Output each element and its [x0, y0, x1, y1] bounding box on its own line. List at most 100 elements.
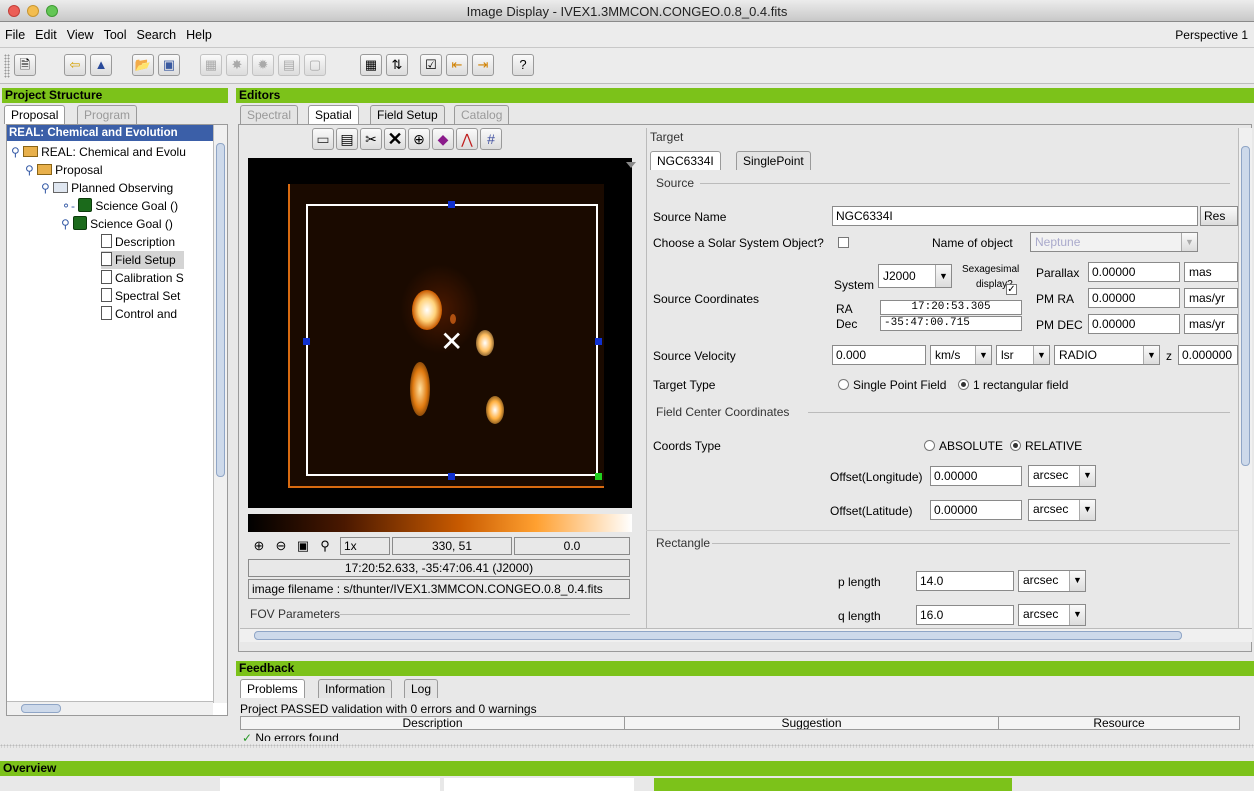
scroll-thumb[interactable]	[1241, 146, 1250, 466]
offset-longitude-input[interactable]: 0.00000	[930, 466, 1022, 486]
solar-system-checkbox[interactable]	[838, 237, 849, 248]
grid-icon[interactable]: #	[480, 128, 502, 150]
form-vscroll[interactable]	[1238, 128, 1252, 628]
problems-row[interactable]: ✓ No errors found	[242, 729, 622, 741]
tab-program[interactable]: Program	[77, 105, 138, 124]
parallax-input[interactable]: 0.00000	[1088, 262, 1180, 282]
sexagesimal-checkbox[interactable]: ✓	[1006, 284, 1017, 295]
tab-log[interactable]: Log	[404, 679, 439, 698]
project-tree-hscroll[interactable]	[7, 701, 213, 715]
rect-handle-corner[interactable]	[595, 473, 602, 480]
single-point-radio[interactable]: Single Point Field	[838, 378, 946, 392]
zoom-in-icon[interactable]: ⊕	[250, 537, 268, 555]
menu-view[interactable]: View	[67, 22, 94, 48]
delete-icon[interactable]: ✕	[384, 128, 406, 150]
rectangular-field-radio[interactable]: 1 rectangular field	[958, 378, 1068, 392]
project-tree-vscroll[interactable]	[213, 125, 227, 703]
rect-handle-top[interactable]	[448, 201, 455, 208]
split-divider[interactable]	[0, 744, 1254, 748]
tab-spatial[interactable]: Spatial	[308, 105, 359, 124]
scroll-thumb[interactable]	[21, 704, 61, 713]
canvas-menu-arrow-icon[interactable]	[626, 162, 636, 168]
velocity-frame-select[interactable]: lsr ▼	[996, 345, 1050, 365]
circle-plus-icon[interactable]: ⊕	[408, 128, 430, 150]
zoom-fit-icon[interactable]: ▣	[294, 537, 312, 555]
disabled5-icon[interactable]: ▢	[304, 54, 326, 76]
pm-ra-unit-select[interactable]: mas/yr	[1184, 288, 1238, 308]
tree-item-spectral-setup[interactable]: Spectral Set	[101, 287, 180, 305]
menu-search[interactable]: Search	[137, 22, 177, 48]
forward-icon[interactable]: ▲	[90, 54, 112, 76]
editor-hscroll[interactable]	[240, 628, 1252, 642]
tree-item-description[interactable]: Description	[101, 233, 175, 251]
source-name-input[interactable]: NGC6334I	[832, 206, 1198, 226]
menu-file[interactable]: File	[5, 22, 25, 48]
toolbar-grip[interactable]	[4, 54, 10, 78]
dec-input[interactable]: -35:47:00.715	[880, 316, 1022, 331]
menu-help[interactable]: Help	[186, 22, 212, 48]
p-length-unit-select[interactable]: arcsec ▼	[1018, 570, 1086, 592]
export-icon[interactable]: ⇥	[472, 54, 494, 76]
disabled4-icon[interactable]: ▤	[278, 54, 300, 76]
tab-problems[interactable]: Problems	[240, 679, 305, 698]
new-icon[interactable]: 🗎	[14, 54, 36, 76]
q-length-input[interactable]: 16.0	[916, 605, 1014, 625]
zoom-out-icon[interactable]: ⊖	[272, 537, 290, 555]
rect-handle-bottom[interactable]	[448, 473, 455, 480]
resolve-button[interactable]: Res	[1200, 206, 1238, 226]
offset-latitude-input[interactable]: 0.00000	[930, 500, 1022, 520]
import-icon[interactable]: ⇤	[446, 54, 468, 76]
p-length-input[interactable]: 14.0	[916, 571, 1014, 591]
perspective-label[interactable]: Perspective 1	[1175, 28, 1248, 42]
zoom-reset-icon[interactable]: ⚲	[316, 537, 334, 555]
offset-latitude-unit-select[interactable]: arcsec ▼	[1028, 499, 1096, 521]
disabled3-icon[interactable]: ✹	[252, 54, 274, 76]
pm-ra-input[interactable]: 0.00000	[1088, 288, 1180, 308]
tab-catalog[interactable]: Catalog	[454, 105, 510, 124]
disabled2-icon[interactable]: ✸	[226, 54, 248, 76]
scroll-thumb[interactable]	[216, 143, 225, 477]
velocity-input[interactable]: 0.000	[832, 345, 926, 365]
tab-information[interactable]: Information	[318, 679, 393, 698]
help-icon[interactable]: ?	[512, 54, 534, 76]
tree-item-proposal[interactable]: ⚲ Proposal	[25, 161, 103, 179]
q-length-unit-select[interactable]: arcsec ▼	[1018, 604, 1086, 626]
column-resource[interactable]: Resource	[999, 717, 1239, 729]
column-suggestion[interactable]: Suggestion	[625, 717, 999, 729]
absolute-radio[interactable]: ABSOLUTE	[924, 439, 1003, 453]
sort-icon[interactable]: ⇅	[386, 54, 408, 76]
image-canvas[interactable]: ✕	[248, 158, 636, 508]
parallax-unit-select[interactable]: mas	[1184, 262, 1238, 282]
save-icon[interactable]: ▤	[336, 128, 358, 150]
disabled1-icon[interactable]: ▦	[200, 54, 222, 76]
calculator-icon[interactable]: ▦	[360, 54, 382, 76]
tree-item-project[interactable]: ⚲ REAL: Chemical and Evolu	[11, 143, 186, 161]
diamond-icon[interactable]: ◆	[432, 128, 454, 150]
name-of-object-select[interactable]: Neptune ▼	[1030, 232, 1198, 252]
rect-handle-right[interactable]	[595, 338, 602, 345]
open-icon[interactable]: 📂	[132, 54, 154, 76]
tab-singlepoint[interactable]: SinglePoint	[736, 151, 811, 170]
velocity-definition-select[interactable]: RADIO ▼	[1054, 345, 1160, 365]
pm-dec-unit-select[interactable]: mas/yr	[1184, 314, 1238, 334]
open-icon[interactable]: ▭	[312, 128, 334, 150]
save-icon[interactable]: ▣	[158, 54, 180, 76]
plot-icon[interactable]: ⋀	[456, 128, 478, 150]
menu-tool[interactable]: Tool	[104, 22, 127, 48]
ra-input[interactable]: 17:20:53.305	[880, 300, 1022, 315]
tree-item-science-goal-2[interactable]: ⚲ Science Goal ()	[61, 215, 173, 233]
project-title-bar[interactable]: REAL: Chemical and Evolution	[7, 125, 213, 141]
scroll-thumb[interactable]	[254, 631, 1182, 640]
z-input[interactable]: 0.000000	[1178, 345, 1238, 365]
back-icon[interactable]: ⇦	[64, 54, 86, 76]
tree-item-planned-observing[interactable]: ⚲ Planned Observing	[41, 179, 173, 197]
tree-item-calibration[interactable]: Calibration S	[101, 269, 184, 287]
menu-edit[interactable]: Edit	[35, 22, 57, 48]
tab-spectral[interactable]: Spectral	[240, 105, 299, 124]
pm-dec-input[interactable]: 0.00000	[1088, 314, 1180, 334]
tree-item-field-setup[interactable]: Field Setup	[101, 251, 184, 269]
tab-field-setup[interactable]: Field Setup	[370, 105, 445, 124]
system-select[interactable]: J2000 ▼	[878, 264, 952, 288]
validate-icon[interactable]: ☑	[420, 54, 442, 76]
tree-item-control[interactable]: Control and	[101, 305, 177, 323]
